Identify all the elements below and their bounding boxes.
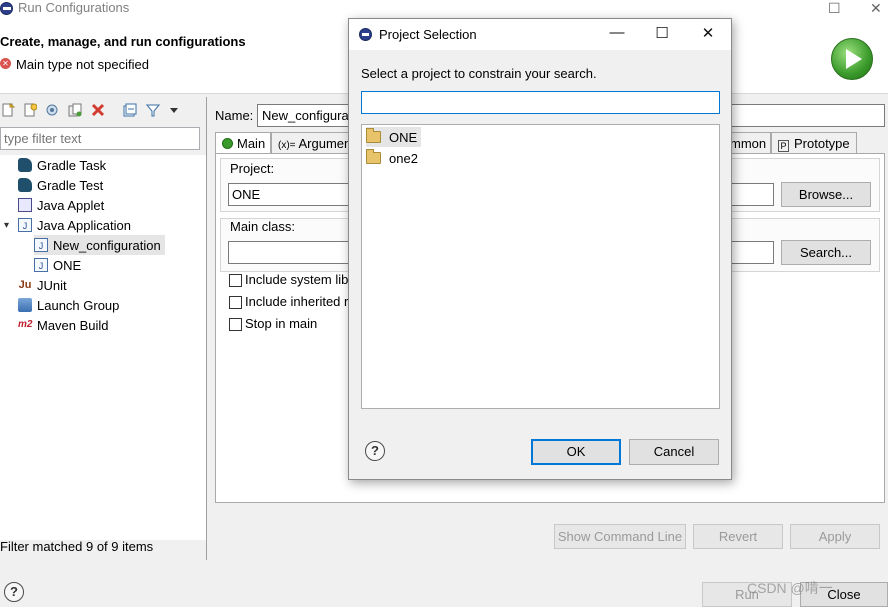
tree-item-label: New_configuration [53,237,161,253]
tree-item-label: ONE [53,257,82,273]
view-menu-icon[interactable] [166,102,182,118]
run-icon [831,38,873,80]
apply-button[interactable]: Apply [790,524,880,549]
tree-item-java-applet[interactable]: Java Applet [18,195,104,215]
window-title: Run Configurations [18,0,130,15]
tree-item-label: JUnit [37,277,67,293]
gradle-icon [18,178,32,192]
project-search-input[interactable] [361,91,720,114]
window-titlebar: Run Configurations ☐ ✕ [0,0,888,18]
tree-item-one[interactable]: J ONE [34,255,81,275]
eclipse-icon [0,2,13,15]
tab-main[interactable]: Main [215,132,271,155]
panel-divider[interactable] [206,97,207,560]
revert-button[interactable]: Revert [693,524,783,549]
project-selection-dialog: Project Selection — ☐ ✕ Select a project… [348,18,732,480]
show-command-line-button[interactable]: Show Command Line [554,524,686,549]
checkbox-label: Include inherited r [245,294,349,309]
tree-item-label: Launch Group [37,297,120,313]
stop-in-main-checkbox[interactable] [229,318,242,331]
tree-item-gradle-test[interactable]: Gradle Test [18,175,103,195]
dialog-prompt: Select a project to constrain your searc… [361,66,597,81]
help-icon[interactable]: ? [4,582,24,602]
tree-item-label: Maven Build [37,317,109,333]
delete-icon[interactable] [90,102,106,118]
header-title: Create, manage, and run configurations [0,34,246,49]
duplicate-icon[interactable] [67,102,83,118]
chevron-down-icon[interactable]: ▾ [4,220,14,231]
dialog-titlebar: Project Selection — ☐ ✕ [349,19,731,50]
tree-item-label: Gradle Test [37,177,104,193]
filter-input[interactable] [0,127,200,150]
ok-button[interactable]: OK [531,439,621,465]
error-icon: ✕ [0,58,11,69]
configuration-tree: Gradle Task Gradle Test Java Applet ▾ J … [0,155,206,540]
minimize-icon[interactable]: — [607,24,627,41]
java-applet-icon [18,198,32,212]
search-button[interactable]: Search... [781,240,871,265]
launch-group-icon [18,298,32,312]
project-item-one2[interactable]: one2 [366,148,422,168]
junit-icon: Ju [18,279,32,291]
project-label: one2 [389,150,418,166]
new-configuration-icon[interactable] [0,102,16,118]
tree-item-junit[interactable]: Ju JUnit [18,275,67,295]
help-icon[interactable]: ? [365,441,385,461]
tree-item-launch-group[interactable]: Launch Group [18,295,119,315]
arguments-tab-icon: (x)= [278,140,296,151]
tree-item-label: Gradle Task [37,157,107,173]
project-list: ONE one2 [361,124,720,409]
prototype-tab-icon: P [778,140,789,152]
include-inherited-mains-checkbox[interactable] [229,296,242,309]
java-application-icon: J [18,218,32,232]
filter-status: Filter matched 9 of 9 items [0,539,154,554]
header-message: Main type not specified [16,57,149,72]
new-prototype-icon[interactable] [22,102,38,118]
maximize-icon[interactable]: ☐ [828,0,841,17]
cancel-button[interactable]: Cancel [629,439,719,465]
checkbox-label: Include system lib [245,272,349,287]
include-system-libraries-checkbox[interactable] [229,274,242,287]
project-label: Project: [230,161,275,176]
tree-item-label: Java Applet [37,197,105,213]
watermark: CSDN @啃一 [747,580,833,596]
gradle-icon [18,158,32,172]
collapse-all-icon[interactable] [122,102,138,118]
eclipse-icon [359,28,372,41]
project-folder-icon [366,128,381,143]
java-application-icon: J [34,238,48,252]
filter-icon[interactable] [145,102,161,118]
tab-prototype[interactable]: P Prototype [771,132,857,154]
project-folder-icon [366,149,381,164]
main-class-label: Main class: [230,219,296,234]
maven-icon: m2 [18,319,33,330]
tree-item-label: Java Application [37,217,131,233]
maximize-icon[interactable]: ☐ [652,24,672,42]
checkbox-label: Stop in main [245,316,318,331]
main-tab-icon [222,138,233,149]
tree-item-maven-build[interactable]: m2 Maven Build [18,315,109,335]
tree-item-gradle-task[interactable]: Gradle Task [18,155,106,175]
dialog-title: Project Selection [379,27,477,42]
export-icon[interactable] [44,102,60,118]
java-application-icon: J [34,258,48,272]
browse-button[interactable]: Browse... [781,182,871,207]
close-icon[interactable]: ✕ [698,24,718,42]
tab-arguments[interactable]: (x)= Argumen [271,132,351,154]
project-label: ONE [389,129,418,145]
close-icon[interactable]: ✕ [870,0,882,17]
project-item-one[interactable]: ONE [366,127,422,147]
tree-item-java-application[interactable]: ▾ J Java Application [4,215,131,235]
name-label: Name: [215,108,254,123]
tree-item-new-configuration[interactable]: J New_configuration [34,235,165,255]
